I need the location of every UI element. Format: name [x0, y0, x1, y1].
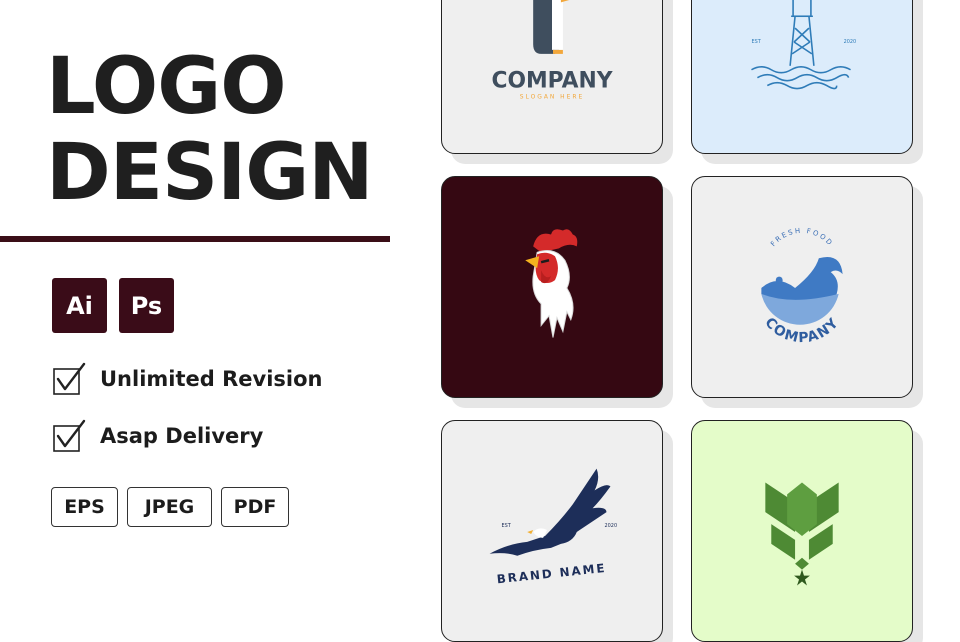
eagle-brand-name: BRAND NAME [496, 561, 607, 586]
leaf-logo-icon [765, 482, 839, 586]
feature-label: Asap Delivery [100, 424, 264, 448]
feature-asap-delivery: Asap Delivery [52, 419, 263, 453]
wave-top-text: FRESH FOOD [769, 227, 833, 248]
page-title: LOGO DESIGN [46, 42, 374, 218]
divider [0, 236, 390, 242]
rooster-logo-icon [525, 229, 578, 338]
eagle-right-text: 2020 [605, 523, 618, 529]
logo-card-leaf [691, 420, 913, 642]
eagle-logo-icon: EST 2020 BRAND NAME [489, 468, 618, 586]
logo-card-rooster [441, 176, 663, 398]
logo-card-wave: FRESH FOOD COMPANY [691, 176, 913, 398]
feature-label: Unlimited Revision [100, 367, 323, 391]
wave-logo-icon: FRESH FOOD COMPANY [761, 227, 843, 346]
title-line-1: LOGO [46, 42, 287, 132]
illustrator-badge: Ai [52, 278, 107, 333]
photoshop-badge: Ps [119, 278, 174, 333]
title-line-2: DESIGN [46, 128, 374, 218]
lighthouse-logo-icon: EST 2020 [751, 0, 857, 90]
checkbox-check-icon [53, 362, 86, 395]
format-eps: EPS [51, 487, 118, 527]
lighthouse-right-text: 2020 [844, 39, 857, 45]
checkbox-check-icon [53, 419, 86, 452]
logo-card-eagle: EST 2020 BRAND NAME [441, 420, 663, 642]
logo-card-lighthouse: EST 2020 [691, 0, 913, 154]
format-jpeg: JPEG [127, 487, 212, 527]
penguin-logo-icon: COMPANY SLOGAN HERE [491, 0, 613, 100]
eagle-left-text: EST [501, 523, 511, 529]
logo-card-penguin: COMPANY SLOGAN HERE [441, 0, 663, 154]
svg-text:FRESH FOOD: FRESH FOOD [769, 227, 835, 248]
penguin-company-name: COMPANY [491, 69, 612, 94]
penguin-tagline: SLOGAN HERE [520, 93, 584, 100]
lighthouse-left-text: EST [751, 39, 761, 45]
feature-unlimited-revision: Unlimited Revision [52, 362, 322, 396]
format-pdf: PDF [221, 487, 289, 527]
